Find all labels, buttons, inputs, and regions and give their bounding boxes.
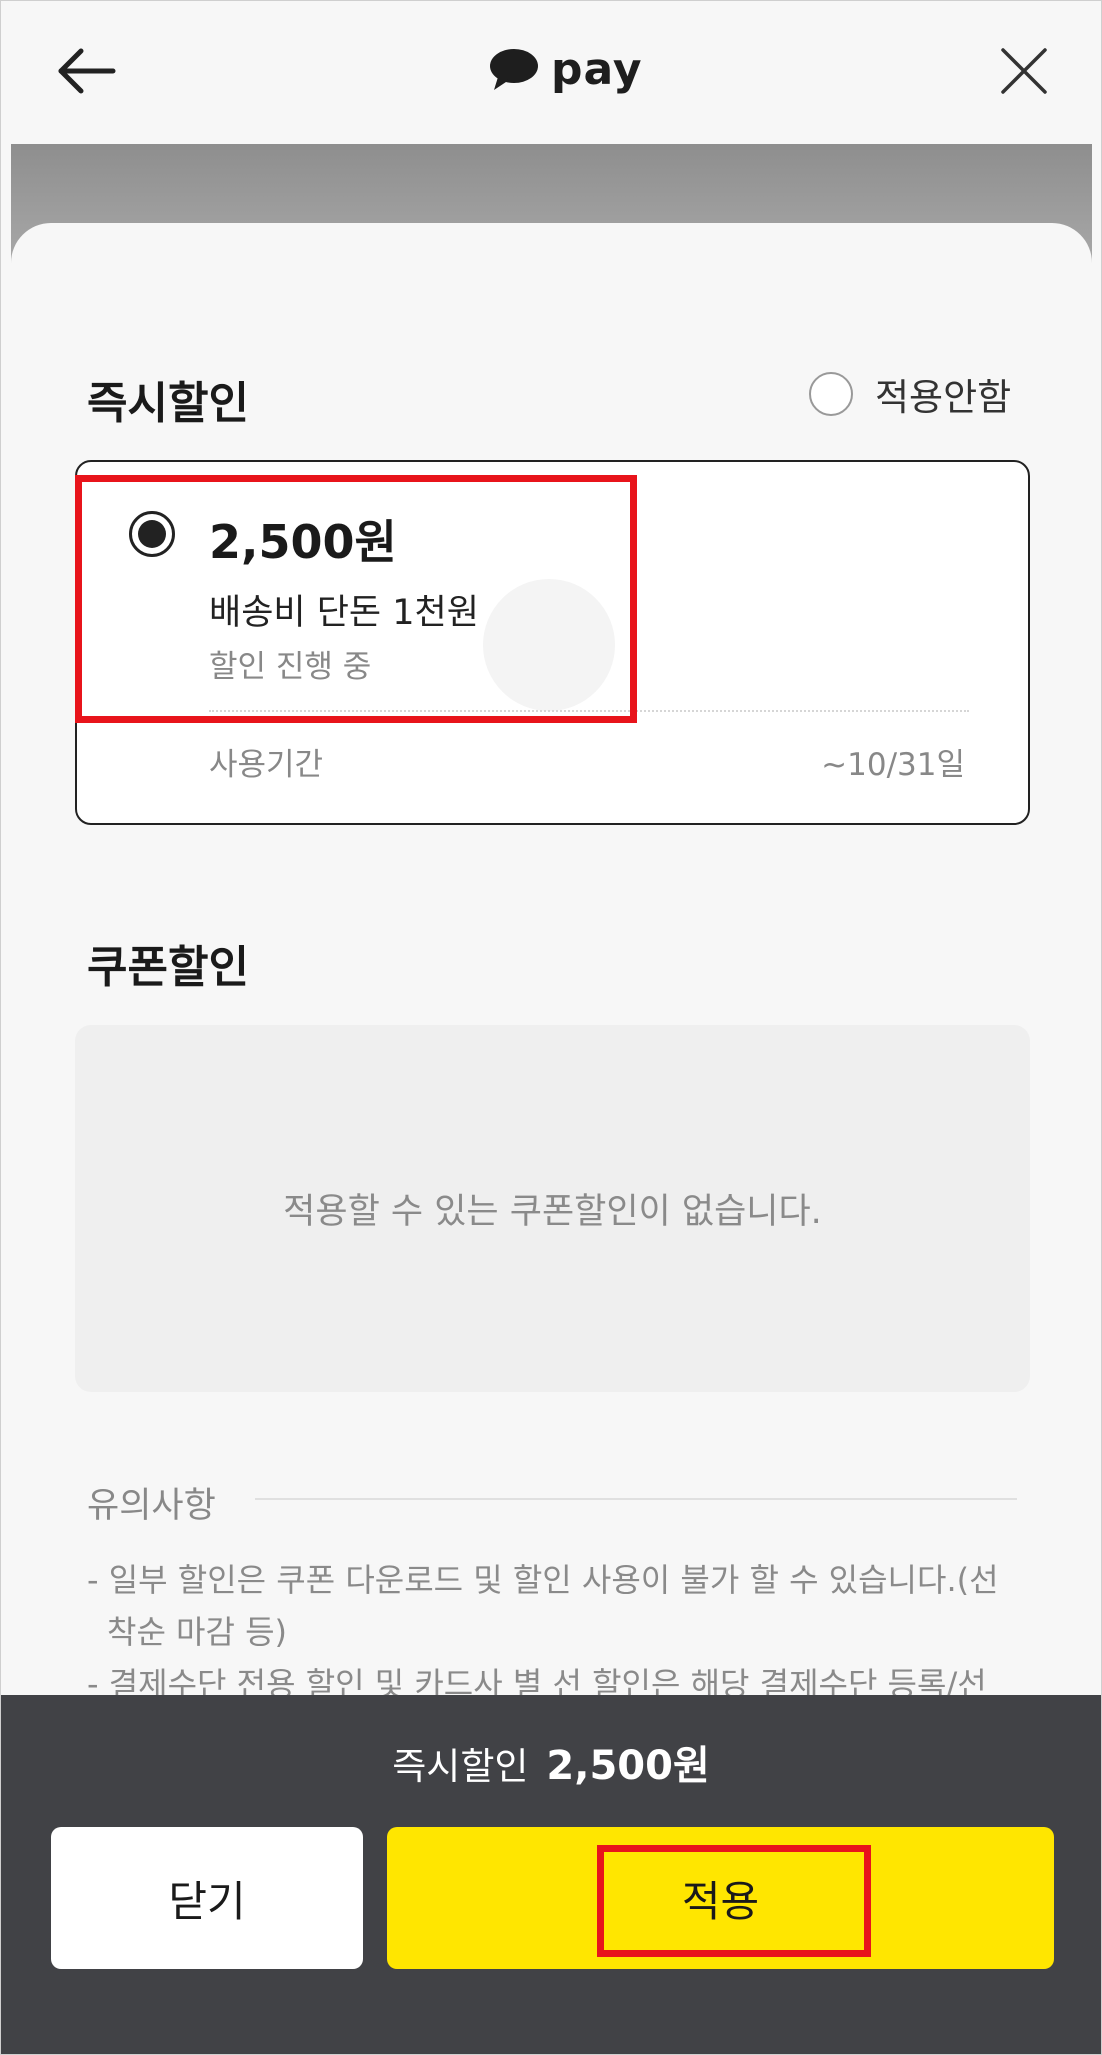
instant-discount-title: 즉시할인 bbox=[87, 378, 249, 429]
kakaopay-logo: pay bbox=[489, 39, 643, 99]
total-discount: 즉시할인 2,500원 bbox=[1, 1733, 1101, 1791]
coupon-discount-title: 쿠폰할인 bbox=[87, 942, 249, 993]
offer-highlight-annotation bbox=[75, 475, 637, 723]
total-label: 즉시할인 bbox=[392, 1745, 529, 1788]
coupon-empty-text: 적용할 수 있는 쿠폰할인이 없습니다. bbox=[283, 1192, 822, 1232]
top-bar: pay bbox=[1, 1, 1101, 144]
notice-item: 착순 마감 등) bbox=[107, 1613, 288, 1651]
speech-bubble-icon bbox=[490, 49, 538, 90]
coupon-empty-box: 적용할 수 있는 쿠폰할인이 없습니다. bbox=[75, 1025, 1030, 1392]
apply-highlight-annotation bbox=[597, 1845, 871, 1957]
notice-item: - 일부 할인은 쿠폰 다운로드 및 할인 사용이 불가 할 수 있습니다.(선 bbox=[87, 1561, 999, 1599]
arrow-left-icon[interactable] bbox=[57, 46, 117, 96]
close-button[interactable]: 닫기 bbox=[51, 1827, 363, 1969]
total-amount: 2,500원 bbox=[546, 1743, 710, 1789]
app-frame: pay 즉시할인 적용안함 2,500원 배송비 단돈 1천원 할인 진행 중 … bbox=[0, 0, 1102, 2055]
close-icon[interactable] bbox=[999, 46, 1049, 96]
period-label: 사용기간 bbox=[209, 747, 324, 783]
notice-title: 유의사항 bbox=[87, 1486, 216, 1526]
logo-text: pay bbox=[551, 43, 643, 95]
no-apply-label: 적용안함 bbox=[875, 376, 1012, 419]
period-value: ~10/31일 bbox=[821, 747, 965, 783]
no-apply-option[interactable]: 적용안함 bbox=[809, 367, 1011, 421]
notice-divider bbox=[255, 1498, 1017, 1500]
radio-unselected-icon[interactable] bbox=[809, 372, 853, 416]
